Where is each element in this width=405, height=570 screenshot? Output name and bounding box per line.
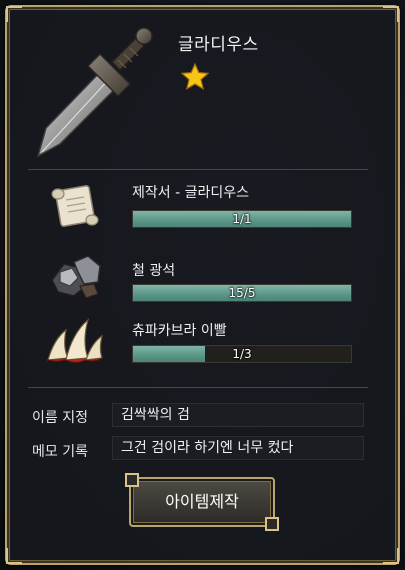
button-ornament	[265, 517, 279, 531]
material-progress-bar: 15/5	[132, 284, 352, 302]
progress-text: 15/5	[228, 286, 256, 300]
frame-corner	[383, 548, 399, 564]
material-progress-bar: 1/3	[132, 345, 352, 363]
item-name: 글라디우스	[178, 35, 259, 55]
progress-text: 1/1	[232, 212, 252, 226]
name-label: 이름 지정	[32, 410, 88, 426]
sword-icon	[36, 27, 153, 158]
fang-icon	[47, 318, 103, 363]
frame-corner	[383, 6, 399, 22]
material-label: 철 광석	[132, 263, 176, 279]
memo-input[interactable]: 그건 검이라 하기엔 너무 컸다	[112, 436, 364, 460]
divider	[28, 169, 368, 170]
material-label: 제작서 - 글라디우스	[132, 185, 249, 201]
progress-text: 1/3	[232, 347, 252, 361]
divider	[28, 387, 368, 388]
material-progress-bar: 1/1	[132, 210, 352, 228]
iron-ore-icon	[51, 255, 101, 299]
button-ornament	[125, 473, 139, 487]
name-input[interactable]: 김싹싹의 검	[112, 403, 364, 427]
memo-label: 메모 기록	[32, 444, 88, 460]
craft-item-button[interactable]: 아이템제작	[125, 473, 279, 531]
star-icon	[180, 62, 210, 91]
material-label: 츄파카브라 이빨	[132, 323, 227, 339]
scroll-icon	[51, 185, 99, 227]
frame-corner	[6, 548, 22, 564]
craft-button-label: 아이템제작	[165, 492, 239, 511]
frame-corner	[6, 6, 22, 22]
